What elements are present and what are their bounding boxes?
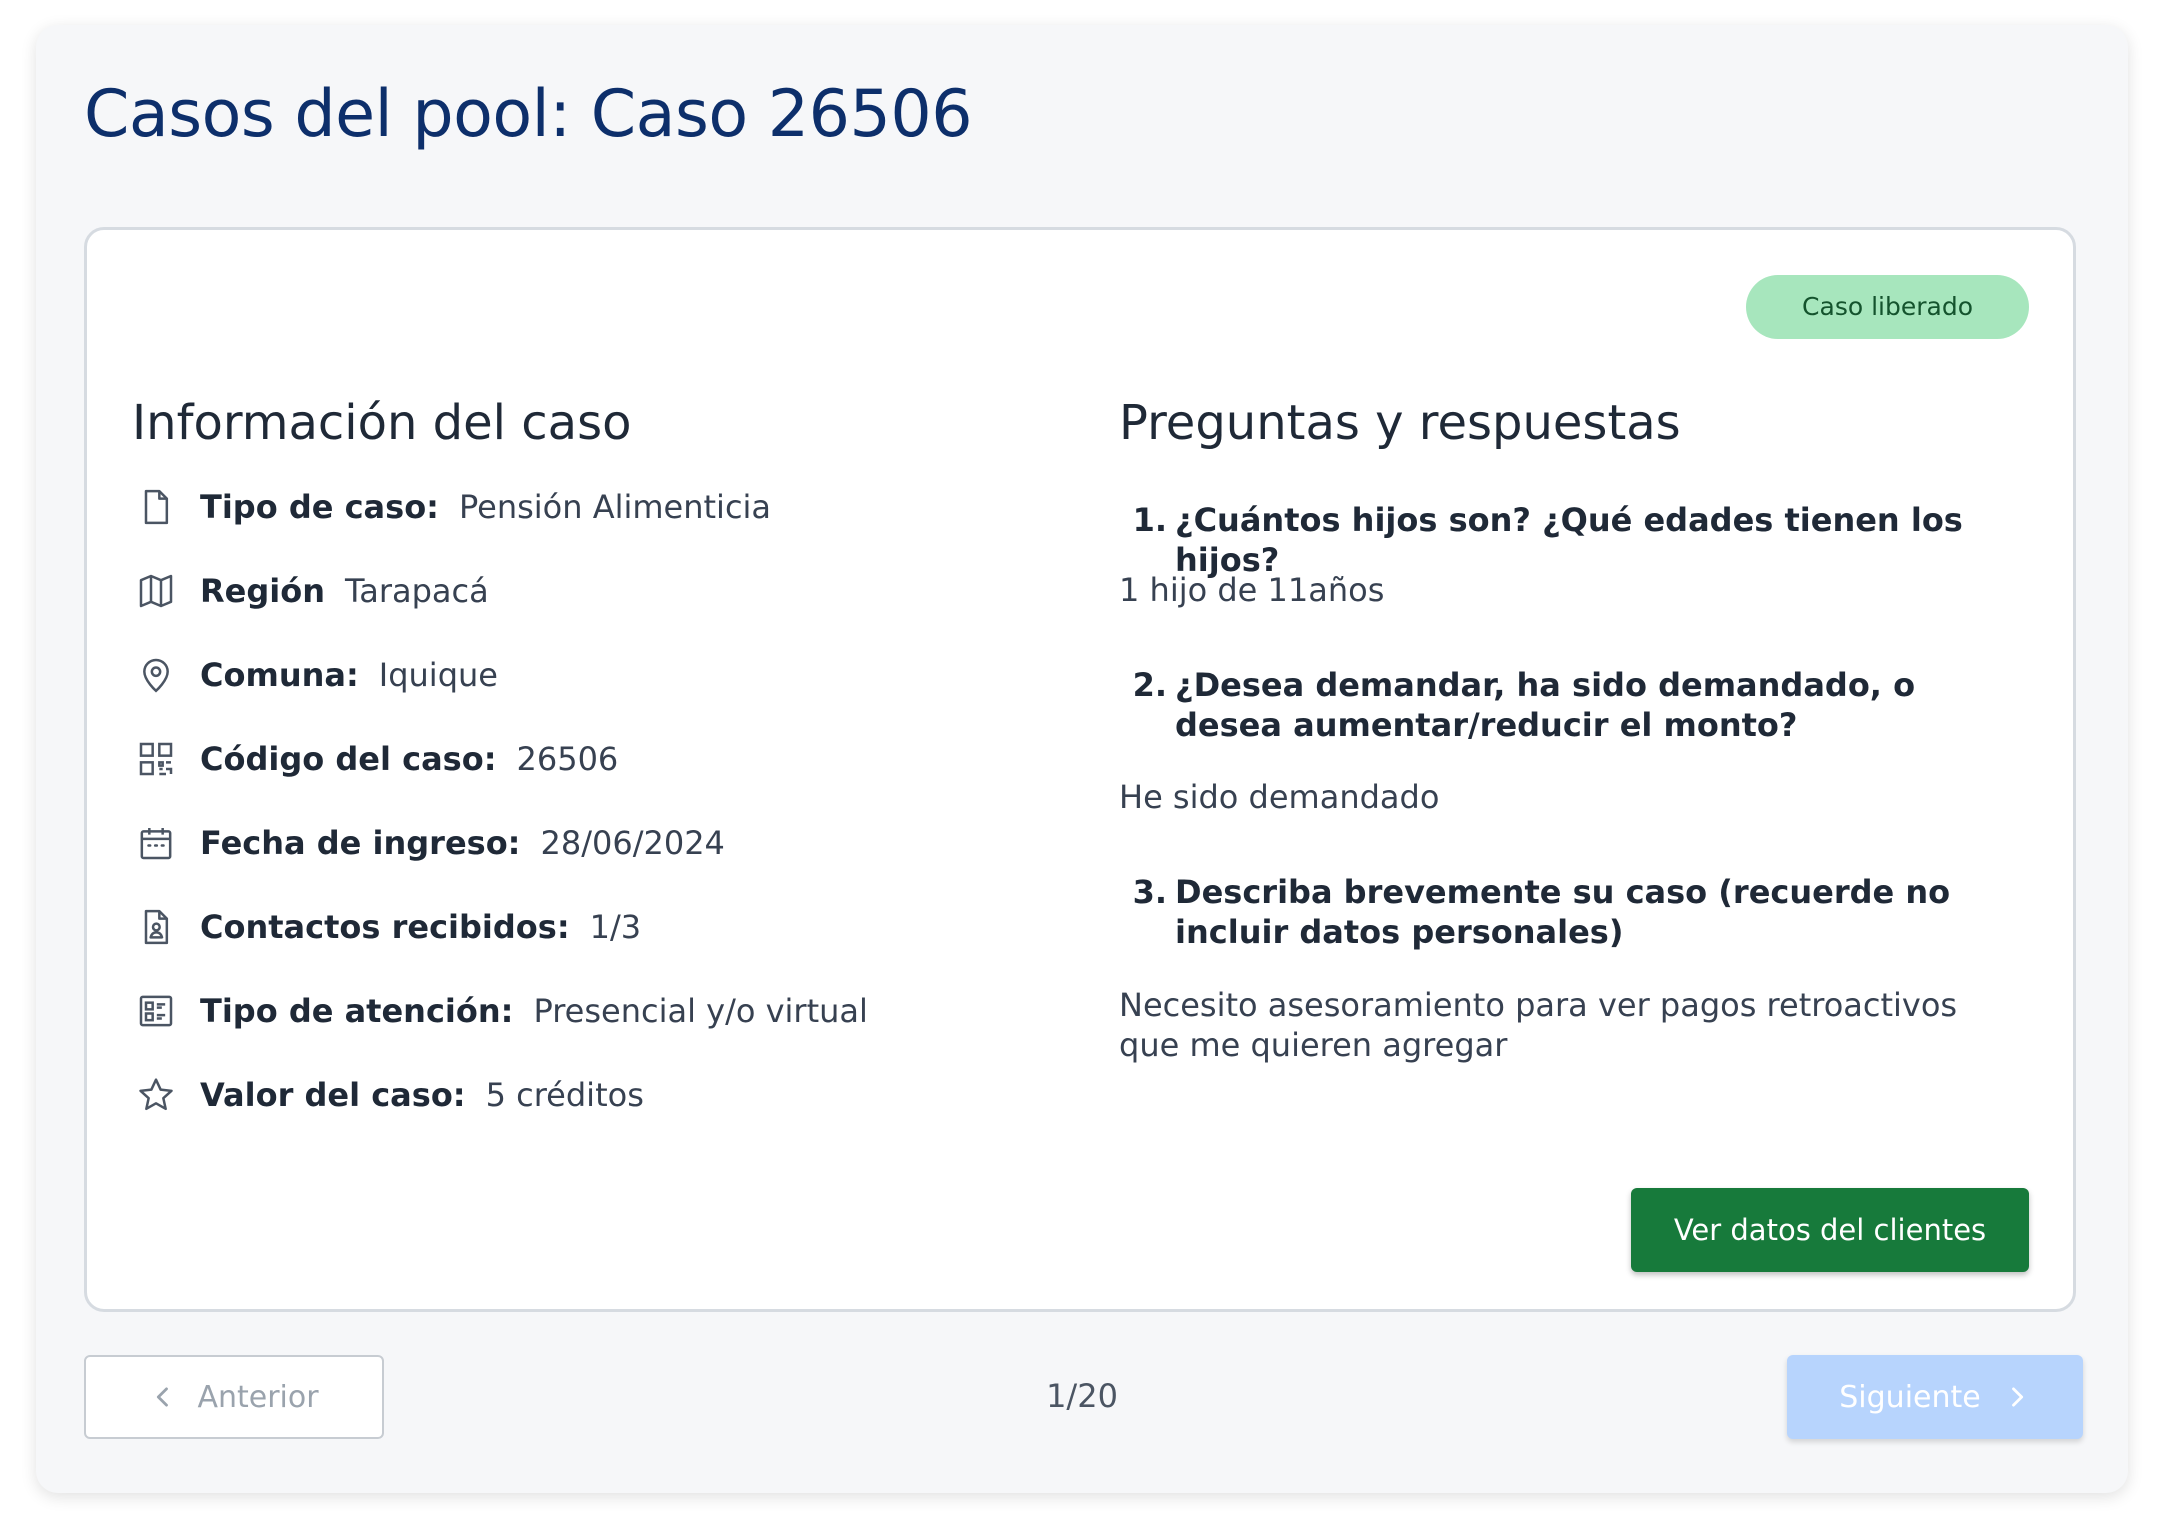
info-row-commune: Comuna: Iquique: [132, 645, 498, 705]
info-value: 5 créditos: [485, 1076, 644, 1114]
question-number: 2.: [1132, 666, 1167, 704]
document-icon: [132, 483, 180, 531]
contact-document-icon: [132, 903, 180, 951]
question-number: 1.: [1132, 501, 1167, 539]
question-number: 3.: [1132, 873, 1167, 911]
info-row-case-value: Valor del caso: 5 créditos: [132, 1065, 644, 1125]
info-value: 26506: [516, 740, 619, 778]
qa-answer: He sido demandado: [1119, 778, 1440, 816]
info-value: 1/3: [589, 908, 642, 946]
info-row-entry-date: Fecha de ingreso: 28/06/2024: [132, 813, 725, 873]
info-label: Fecha de ingreso:: [200, 824, 521, 862]
view-client-data-button[interactable]: Ver datos del clientes: [1631, 1188, 2029, 1272]
form-list-icon: [132, 987, 180, 1035]
info-label: Código del caso:: [200, 740, 497, 778]
qa-question: 2. ¿Desea demandar, ha sido demandado, o…: [1119, 665, 1999, 745]
qa-question: 1. ¿Cuántos hijos son? ¿Qué edades tiene…: [1119, 500, 1999, 580]
case-info-section: Información del caso Tipo de caso: Pensi…: [132, 395, 1052, 1114]
qa-answer: Necesito asesoramiento para ver pagos re…: [1119, 986, 1958, 1064]
map-icon: [132, 567, 180, 615]
next-button[interactable]: Siguiente: [1787, 1355, 2083, 1439]
info-label: Tipo de caso:: [200, 488, 439, 526]
case-info-heading: Información del caso: [132, 395, 632, 451]
case-card: Caso liberado Información del caso Tipo …: [84, 227, 2076, 1312]
chevron-right-icon: [2003, 1383, 2031, 1411]
info-label: Contactos recibidos:: [200, 908, 570, 946]
info-label: Valor del caso:: [200, 1076, 466, 1114]
info-row-attention-type: Tipo de atención: Presencial y/o virtual: [132, 981, 868, 1041]
info-row-case-code: Código del caso: 26506: [132, 729, 618, 789]
calendar-icon: [132, 819, 180, 867]
info-label: Comuna:: [200, 656, 359, 694]
next-label: Siguiente: [1839, 1379, 1981, 1415]
qr-code-icon: [132, 735, 180, 783]
page-container: Casos del pool: Caso 26506 Caso liberado…: [36, 25, 2128, 1493]
info-row-contacts: Contactos recibidos: 1/3: [132, 897, 641, 957]
qa-answer: 1 hijo de 11años: [1119, 571, 1385, 609]
location-pin-icon: [132, 651, 180, 699]
question-text: Describa brevemente su caso (recuerde no…: [1175, 873, 1951, 951]
info-label: Tipo de atención:: [200, 992, 514, 1030]
star-icon: [132, 1071, 180, 1119]
info-row-region: Región Tarapacá: [132, 561, 489, 621]
info-value: Tarapacá: [344, 572, 489, 610]
info-label: Región: [200, 572, 325, 610]
info-value: Presencial y/o virtual: [533, 992, 868, 1030]
info-row-case-type: Tipo de caso: Pensión Alimenticia: [132, 477, 771, 537]
qa-heading: Preguntas y respuestas: [1119, 395, 1681, 451]
question-text: ¿Cuántos hijos son? ¿Qué edades tienen l…: [1175, 501, 1963, 579]
qa-section: Preguntas y respuestas 1. ¿Cuántos hijos…: [1119, 395, 2019, 1064]
status-badge: Caso liberado: [1746, 275, 2029, 339]
info-value: 28/06/2024: [540, 824, 725, 862]
question-text: ¿Desea demandar, ha sido demandado, o de…: [1175, 666, 1916, 744]
page-title: Casos del pool: Caso 26506: [84, 77, 973, 152]
info-value: Pensión Alimenticia: [458, 488, 772, 526]
info-value: Iquique: [378, 656, 498, 694]
qa-question: 3. Describa brevemente su caso (recuerde…: [1119, 872, 1999, 952]
